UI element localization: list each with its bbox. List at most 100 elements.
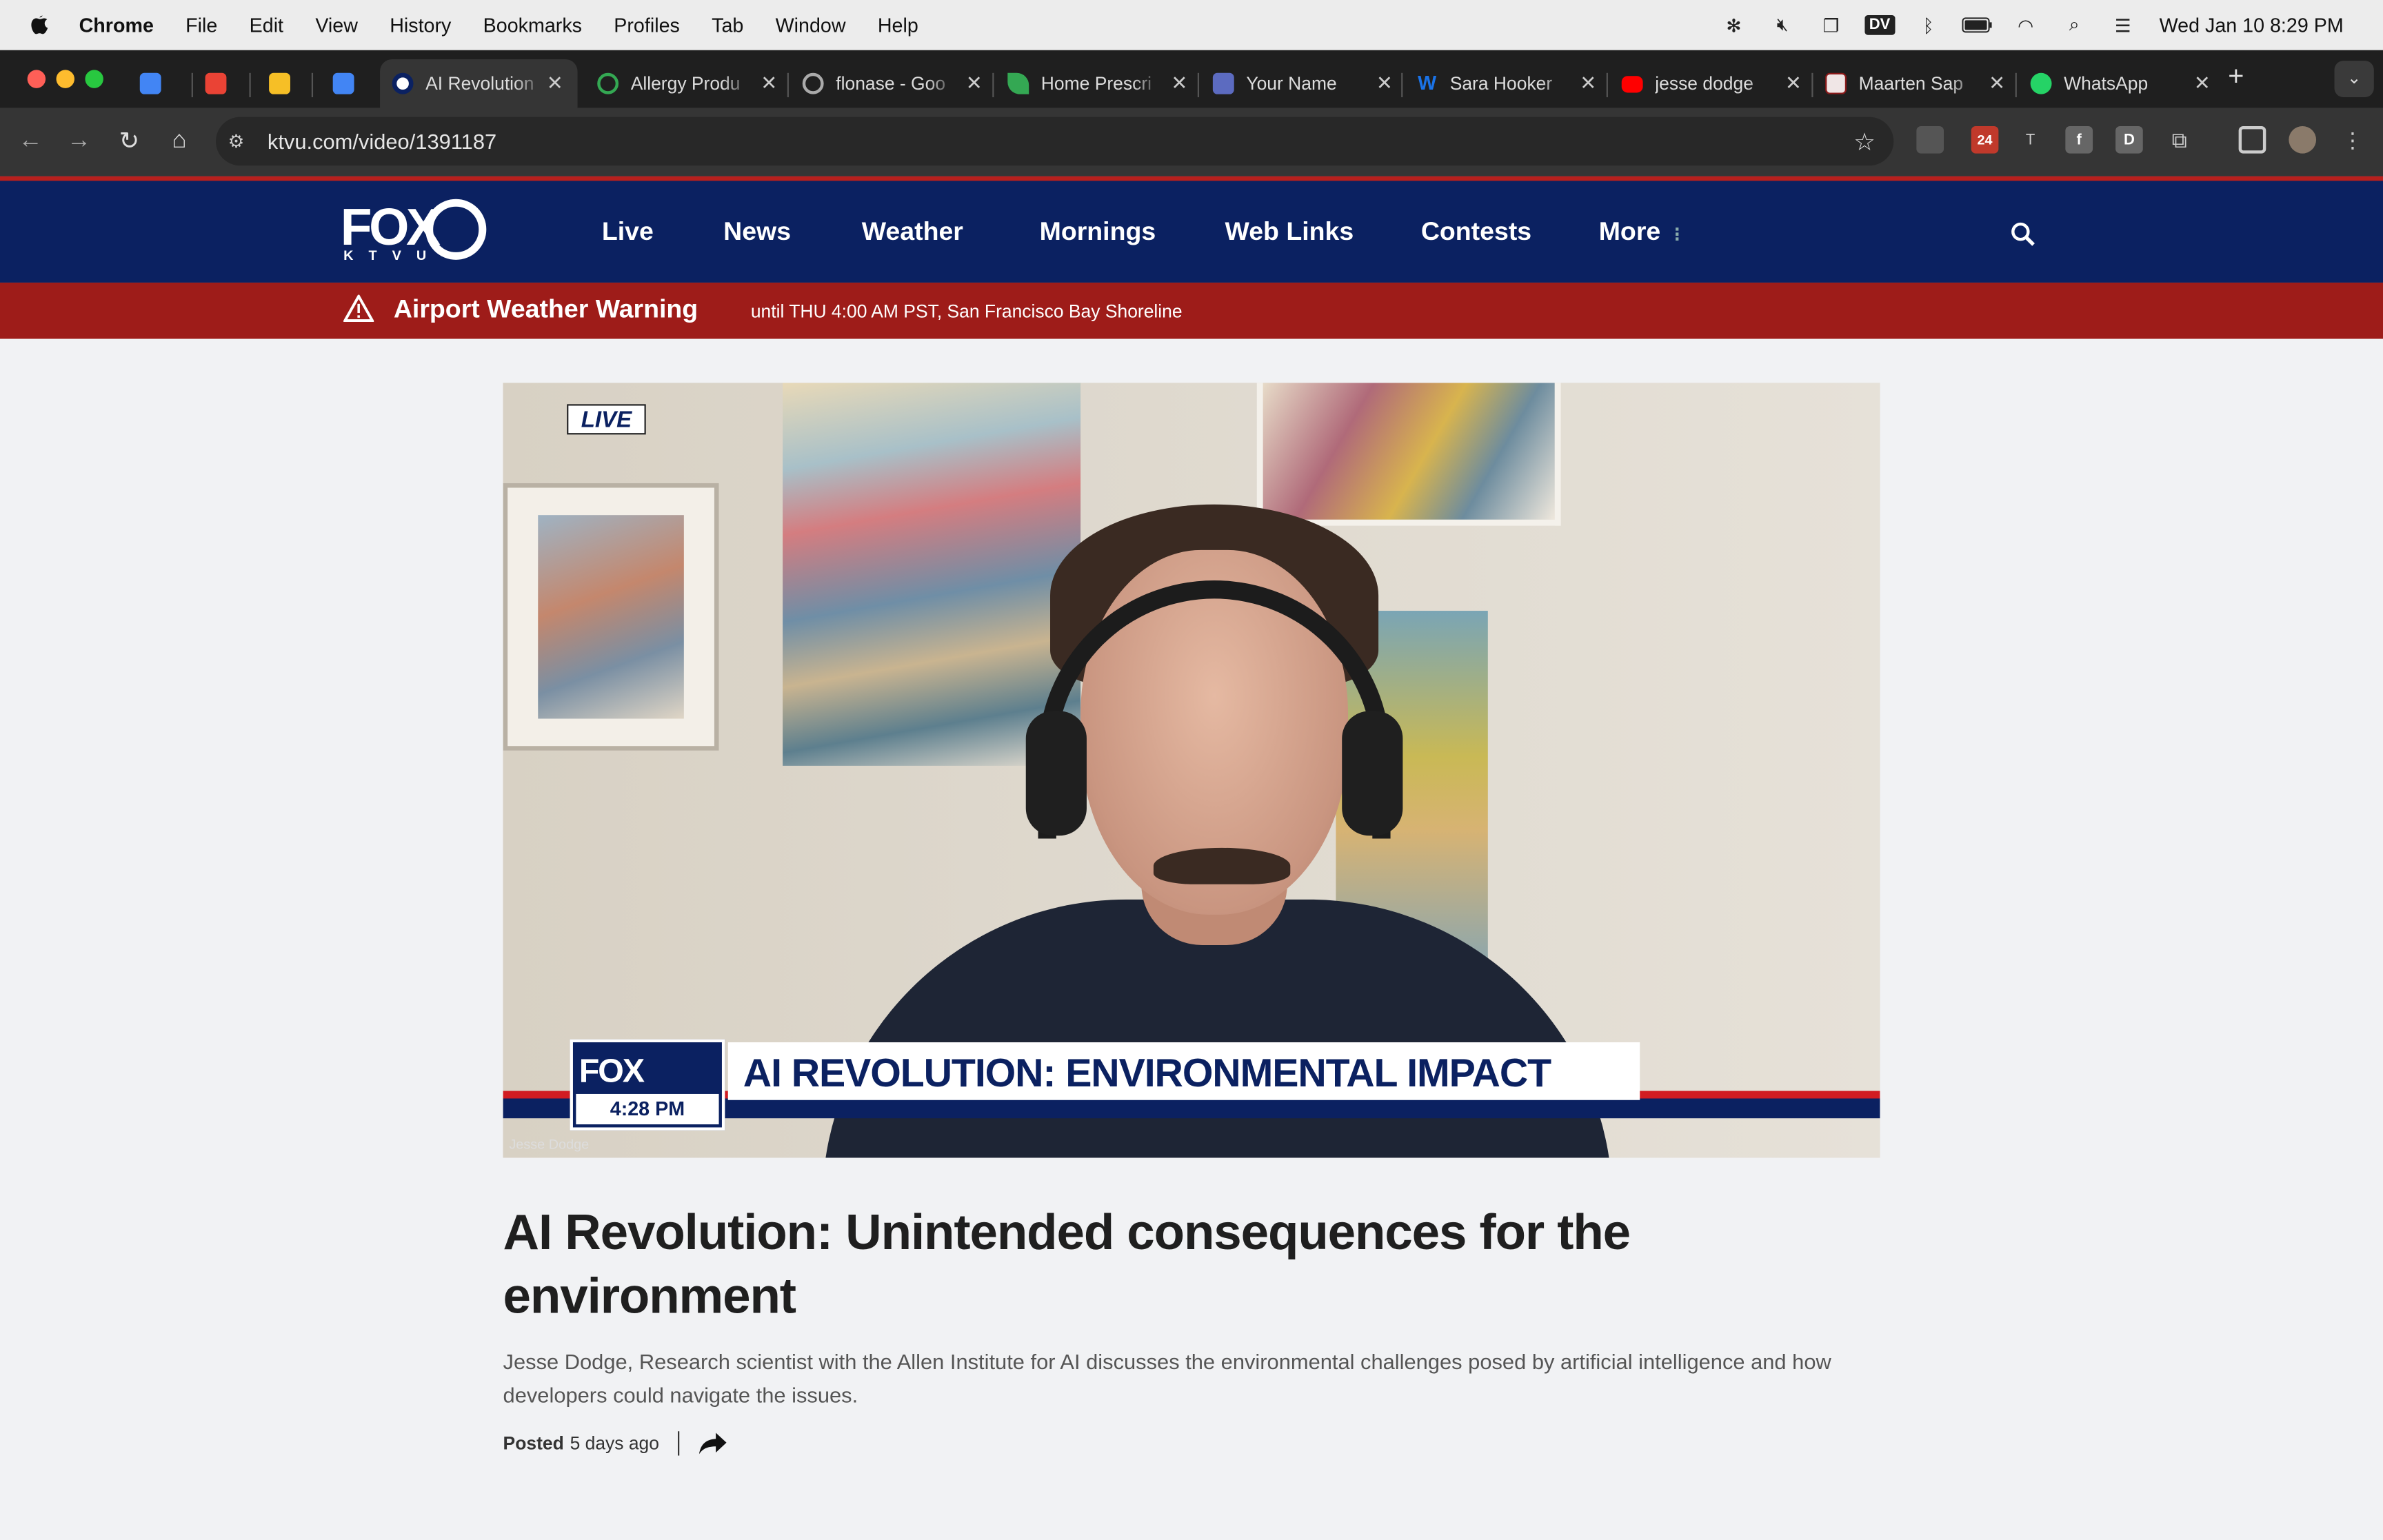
menu-window[interactable]: Window xyxy=(776,14,846,37)
close-tab-icon[interactable]: ✕ xyxy=(963,72,985,96)
nav-more[interactable]: More xyxy=(1599,217,1661,247)
reload-icon[interactable]: ↻ xyxy=(114,126,144,156)
video-player[interactable]: LIVE FOX LOCAL 4:28 PM AI REVOLUTION: EN… xyxy=(503,383,1880,1158)
apple-icon[interactable] xyxy=(28,13,52,37)
search-icon[interactable] xyxy=(2009,221,2037,248)
docs-icon xyxy=(332,72,354,94)
menu-view[interactable]: View xyxy=(315,14,358,37)
d-extension-icon[interactable]: D xyxy=(2115,125,2143,154)
weather-alert-bar[interactable]: Airport Weather Warning until THU 4:00 A… xyxy=(0,282,2383,339)
tab-ai-revolution[interactable]: AI Revolution ✕ xyxy=(380,59,578,108)
tab-label: Home Prescri xyxy=(1040,72,1152,94)
tab-allergy[interactable]: Allergy Produ ✕ xyxy=(597,59,779,108)
painting-center xyxy=(783,383,1081,766)
close-tab-icon[interactable]: ✕ xyxy=(2191,72,2213,96)
tab-keep[interactable] xyxy=(269,59,302,108)
close-window-button[interactable] xyxy=(27,70,46,88)
close-tab-icon[interactable]: ✕ xyxy=(1374,72,1396,96)
d-extension-letter: D xyxy=(2123,131,2135,148)
close-tab-icon[interactable]: ✕ xyxy=(1782,72,1804,96)
zoom-window-button[interactable] xyxy=(85,70,103,88)
nav-contests[interactable]: Contests xyxy=(1421,217,1531,247)
tab-docs[interactable] xyxy=(332,59,366,108)
mute-icon[interactable]: 🔇︎ xyxy=(1767,14,1798,36)
painting-left xyxy=(503,483,719,751)
tex-extension-icon[interactable]: T xyxy=(2017,126,2044,154)
side-panel-icon[interactable] xyxy=(2238,125,2266,154)
nav-weather[interactable]: Weather xyxy=(862,217,963,247)
screens-icon[interactable]: ❐ xyxy=(1816,14,1847,36)
minimize-window-button[interactable] xyxy=(56,70,75,88)
close-tab-icon[interactable]: ✕ xyxy=(1578,72,1599,96)
menu-app-name[interactable]: Chrome xyxy=(79,14,154,37)
spotlight-icon[interactable]: ⌕ xyxy=(2059,14,2089,36)
profile-avatar[interactable] xyxy=(2289,125,2317,154)
tab-gmail[interactable] xyxy=(205,59,239,108)
tab-separator xyxy=(249,72,251,98)
menubar-clock[interactable]: Wed Jan 10 8:29 PM xyxy=(2160,14,2344,37)
extension-badge-count: 24 xyxy=(1977,132,1993,148)
tab-home-prescriptions[interactable]: Home Prescri ✕ xyxy=(1007,59,1189,108)
close-tab-icon[interactable]: ✕ xyxy=(545,72,565,96)
tab-your-name[interactable]: Your Name ✕ xyxy=(1212,59,1396,108)
f-extension-icon[interactable]: f xyxy=(2065,125,2093,154)
lower-third-time: 4:28 PM xyxy=(576,1093,719,1125)
logo-callsign: KTVU xyxy=(343,247,442,263)
kebab-menu-icon[interactable]: ⋮ xyxy=(2339,126,2366,154)
more-dots-icon[interactable]: ⋮ xyxy=(1669,225,1685,244)
battery-icon[interactable] xyxy=(1962,14,1992,36)
wifi-icon[interactable]: ◠ xyxy=(2011,14,2041,36)
control-center-icon[interactable]: ☰ xyxy=(2108,14,2138,36)
warning-triangle-icon xyxy=(343,294,374,323)
site-info-icon[interactable]: ⚙ xyxy=(228,131,252,152)
menu-help[interactable]: Help xyxy=(878,14,918,37)
home-icon[interactable]: ⌂ xyxy=(164,126,194,156)
forward-icon[interactable]: → xyxy=(64,126,94,156)
tab-label: Maarten Sap xyxy=(1858,72,1964,94)
tab-flonase[interactable]: flonase - Goo ✕ xyxy=(802,59,985,108)
close-tab-icon[interactable]: ✕ xyxy=(758,72,780,96)
lower-third-headline: AI REVOLUTION: ENVIRONMENTAL IMPACT xyxy=(727,1042,1640,1100)
puzzle-extensions-icon[interactable]: ⧉ xyxy=(2166,126,2193,154)
share-icon[interactable] xyxy=(697,1431,727,1455)
fox2-ktvu-logo[interactable]: FOX KTVU xyxy=(341,199,492,269)
extension-badge-icon[interactable]: 24 xyxy=(1971,125,1999,154)
fox2-icon xyxy=(392,72,414,94)
w-icon: W xyxy=(1418,71,1437,94)
tab-maarten-sap[interactable]: Maarten Sap ✕ xyxy=(1825,59,2007,108)
close-tab-icon[interactable]: ✕ xyxy=(1169,72,1190,96)
menu-file[interactable]: File xyxy=(185,14,217,37)
new-tab-icon[interactable]: + xyxy=(2228,61,2244,92)
close-tab-icon[interactable]: ✕ xyxy=(1987,72,2008,96)
nav-live[interactable]: Live xyxy=(602,217,654,247)
tab-search-chevron-icon[interactable]: ⌄ xyxy=(2334,61,2374,98)
gmail-icon xyxy=(205,72,227,94)
menu-profiles[interactable]: Profiles xyxy=(614,14,680,37)
nav-news[interactable]: News xyxy=(723,217,791,247)
menu-history[interactable]: History xyxy=(390,14,451,37)
tab-separator xyxy=(2015,72,2017,98)
painting-art xyxy=(538,515,684,719)
dv-icon[interactable]: DV xyxy=(1864,14,1896,36)
back-icon[interactable]: ← xyxy=(15,126,46,156)
tab-calendar[interactable] xyxy=(139,59,173,108)
menu-bookmarks[interactable]: Bookmarks xyxy=(483,14,582,37)
extension-icon[interactable] xyxy=(1916,125,1944,154)
posted-time: 5 days ago xyxy=(570,1432,659,1455)
bluetooth-icon[interactable]: ᛒ xyxy=(1913,14,1944,36)
url-text[interactable]: ktvu.com/video/1391187 xyxy=(268,129,496,153)
dv-badge: DV xyxy=(1864,15,1896,35)
site-header: FOX KTVU Live News Weather Mornings Web … xyxy=(0,176,2383,283)
tab-sara-hooker[interactable]: W Sara Hooker ✕ xyxy=(1416,59,1598,108)
nav-web-links[interactable]: Web Links xyxy=(1225,217,1354,247)
address-bar[interactable]: ⚙ ktvu.com/video/1391187 ☆ xyxy=(215,116,1894,166)
nav-mornings[interactable]: Mornings xyxy=(1040,217,1156,247)
tab-label: Sara Hooker xyxy=(1449,72,1553,94)
bookmark-star-icon[interactable]: ☆ xyxy=(1853,128,1876,158)
tab-whatsapp[interactable]: WhatsApp ✕ xyxy=(2030,59,2213,108)
menu-edit[interactable]: Edit xyxy=(250,14,283,37)
butterfly-icon[interactable]: ✻ xyxy=(1718,14,1749,36)
menu-tab[interactable]: Tab xyxy=(712,14,743,37)
site-icon xyxy=(1825,72,1847,94)
tab-jesse-dodge[interactable]: jesse dodge ✕ xyxy=(1621,59,1804,108)
